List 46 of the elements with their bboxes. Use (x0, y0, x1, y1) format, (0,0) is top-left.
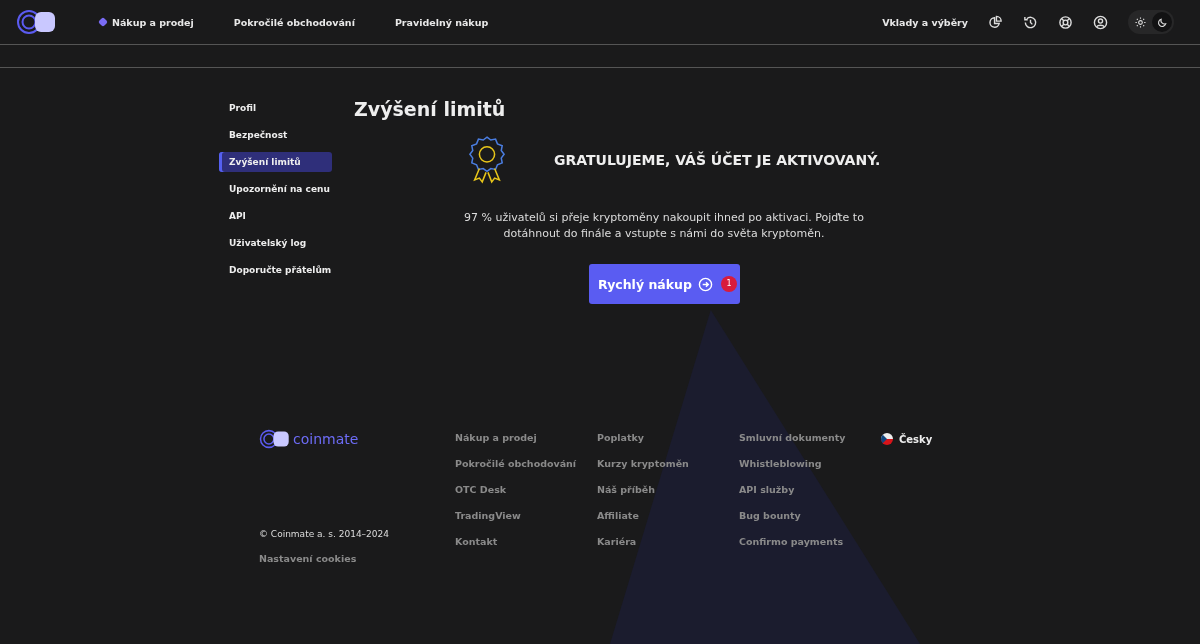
user-icon[interactable] (1093, 14, 1108, 30)
footer-link[interactable]: Kurzy kryptoměn (597, 458, 739, 469)
history-icon[interactable] (1023, 14, 1038, 30)
footer-link[interactable]: TradingView (455, 510, 597, 521)
language-selector[interactable]: Česky (881, 432, 933, 446)
nav-link[interactable]: Pravidelný nákup (394, 16, 489, 28)
footer-link[interactable]: Pokročilé obchodování (455, 458, 597, 469)
sidebar-item[interactable]: Zvýšení limitů (219, 152, 332, 172)
moon-icon[interactable] (1156, 16, 1168, 28)
footer-link[interactable]: Poplatky (597, 432, 739, 443)
arrow-right-icon (697, 276, 713, 292)
czech-flag-icon (881, 433, 893, 445)
diamond-icon (98, 17, 108, 27)
sidebar-item[interactable]: Bezpečnost (219, 125, 332, 145)
info-text: 97 % uživatelů si přeje kryptoměny nakoupit ihned po aktivaci. Pojďte to dotáhnout do finále a vstupte s námi do světa kryptoměn. (463, 210, 865, 242)
footer-link[interactable]: Whistleblowing (739, 458, 881, 469)
logo-icon[interactable] (16, 9, 58, 35)
success-headline: GRATULUJEME, VÁŠ ÚČET JE AKTIVOVANÝ. (554, 152, 881, 168)
coinmate-logo-icon (259, 429, 291, 449)
footer-link[interactable]: Náš příběh (597, 484, 739, 495)
footer-link[interactable]: API služby (739, 484, 881, 495)
sidebar-item[interactable]: API (219, 206, 332, 226)
footer-link[interactable]: Affiliate (597, 510, 739, 521)
footer-link[interactable]: Confirmo payments (739, 536, 881, 547)
footer-link[interactable]: Kariéra (597, 536, 739, 547)
deposits-link[interactable]: Vklady a výběry (882, 16, 968, 28)
sun-icon[interactable] (1134, 16, 1146, 28)
award-ribbon-icon (468, 134, 506, 186)
sidebar-item[interactable]: Doporučte přátelům (219, 260, 332, 280)
pie-chart-icon[interactable] (988, 14, 1003, 30)
sidebar-item[interactable]: Profil (219, 98, 332, 118)
footer-link[interactable]: OTC Desk (455, 484, 597, 495)
footer-link[interactable]: Smluvní dokumenty (739, 432, 881, 443)
sidebar-item[interactable]: Upozornění na cenu (219, 179, 332, 199)
footer-link[interactable]: Kontakt (455, 536, 597, 547)
footer-link[interactable]: Nákup a prodej (455, 432, 597, 443)
nav-link[interactable]: Nákup a prodej (98, 16, 194, 28)
cookie-settings-link[interactable]: Nastavení cookies (259, 553, 455, 564)
page-title: Zvýšení limitů (354, 98, 507, 120)
support-icon[interactable] (1058, 14, 1073, 30)
copyright-text: © Coinmate a. s. 2014–2024 (259, 529, 391, 539)
sidebar-item[interactable]: Uživatelský log (219, 233, 332, 253)
nav-link[interactable]: Pokročilé obchodování (233, 16, 355, 28)
brand-name: coinmate (293, 431, 359, 447)
theme-toggle[interactable] (1128, 10, 1174, 34)
footer-link[interactable]: Bug bounty (739, 510, 881, 521)
